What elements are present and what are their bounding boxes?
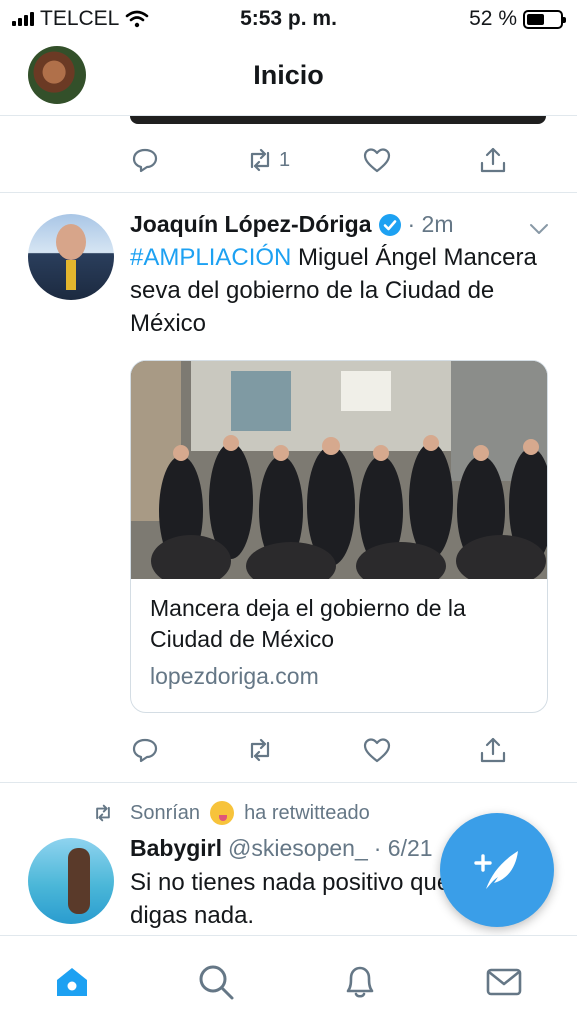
page-title: Inicio [253, 60, 324, 90]
like-button[interactable] [362, 733, 392, 767]
battery-group: 52 % [469, 7, 566, 31]
compose-tweet-button[interactable] [440, 813, 554, 927]
retweet-notice: Sonrían ha retwitteado [92, 801, 370, 825]
battery-percent: 52 % [469, 7, 517, 30]
hashtag-link[interactable]: #AMPLIACIÓN [130, 244, 291, 271]
retweet-icon [250, 148, 270, 172]
tweet-header: Babygirl @skiesopen_ · 6/21 [130, 835, 433, 862]
share-icon [480, 147, 506, 173]
author-name[interactable]: Joaquín López-Dóriga [130, 211, 372, 238]
share-button[interactable] [478, 733, 508, 767]
author-avatar[interactable] [28, 214, 114, 300]
previous-tweet-actions: 1 [130, 143, 510, 177]
verified-icon [378, 213, 401, 236]
messages-icon [486, 968, 522, 996]
reply-icon [132, 148, 158, 173]
tweet-actions [130, 733, 510, 767]
tweet-timestamp: · 2m [407, 211, 454, 237]
tab-home[interactable] [52, 962, 92, 1002]
tweet-text: #AMPLIACIÓN Miguel Ángel Mancera seva de… [130, 241, 550, 340]
card-title: Mancera deja el gobierno de la Ciudad de… [150, 595, 466, 652]
author-avatar[interactable] [28, 838, 114, 924]
card-image [131, 361, 547, 579]
status-bar: TELCEL 5:53 p. m. 52 % [0, 0, 577, 38]
tweet-divider [0, 192, 577, 193]
retweet-button[interactable] [245, 733, 275, 767]
retweeter-name[interactable]: Sonrían [130, 802, 200, 825]
share-icon [480, 737, 506, 763]
retweet-icon [250, 738, 270, 762]
retweet-suffix: ha retwitteado [244, 801, 370, 824]
home-icon [57, 968, 87, 996]
card-domain: lopezdoriga.com [150, 663, 319, 689]
author-name[interactable]: Babygirl [130, 835, 222, 862]
card-photo [131, 361, 547, 579]
like-icon [363, 738, 391, 763]
tweet-timestamp: · 6/21 [373, 835, 433, 861]
previous-tweet-media[interactable] [130, 116, 546, 124]
retweet-small-icon [96, 804, 110, 822]
tab-bar [0, 935, 577, 1024]
tweet-header: Joaquín López-Dóriga · 2m [130, 211, 454, 238]
tab-messages[interactable] [484, 962, 524, 1002]
compose-feather-icon [474, 851, 518, 889]
tab-notifications[interactable] [340, 962, 380, 1002]
battery-icon [523, 9, 566, 29]
winking-face-emoji-icon [210, 801, 235, 825]
like-icon [363, 148, 391, 173]
reply-button[interactable] [130, 143, 160, 177]
tweet-divider [0, 782, 577, 783]
reply-icon [132, 738, 158, 763]
chevron-down-icon[interactable] [528, 218, 550, 240]
notifications-icon [346, 966, 374, 998]
link-card[interactable]: Mancera deja el gobierno de la Ciudad de… [130, 360, 548, 713]
nav-header: Inicio [0, 38, 577, 116]
tab-search[interactable] [196, 962, 236, 1002]
author-handle: @skiesopen_ [228, 835, 368, 861]
search-icon [199, 965, 234, 1000]
retweet-count: 1 [279, 148, 291, 171]
retweet-button[interactable]: 1 [245, 143, 290, 177]
share-button[interactable] [478, 143, 508, 177]
battery-fill [527, 13, 544, 25]
reply-button[interactable] [130, 733, 160, 767]
like-button[interactable] [362, 143, 392, 177]
